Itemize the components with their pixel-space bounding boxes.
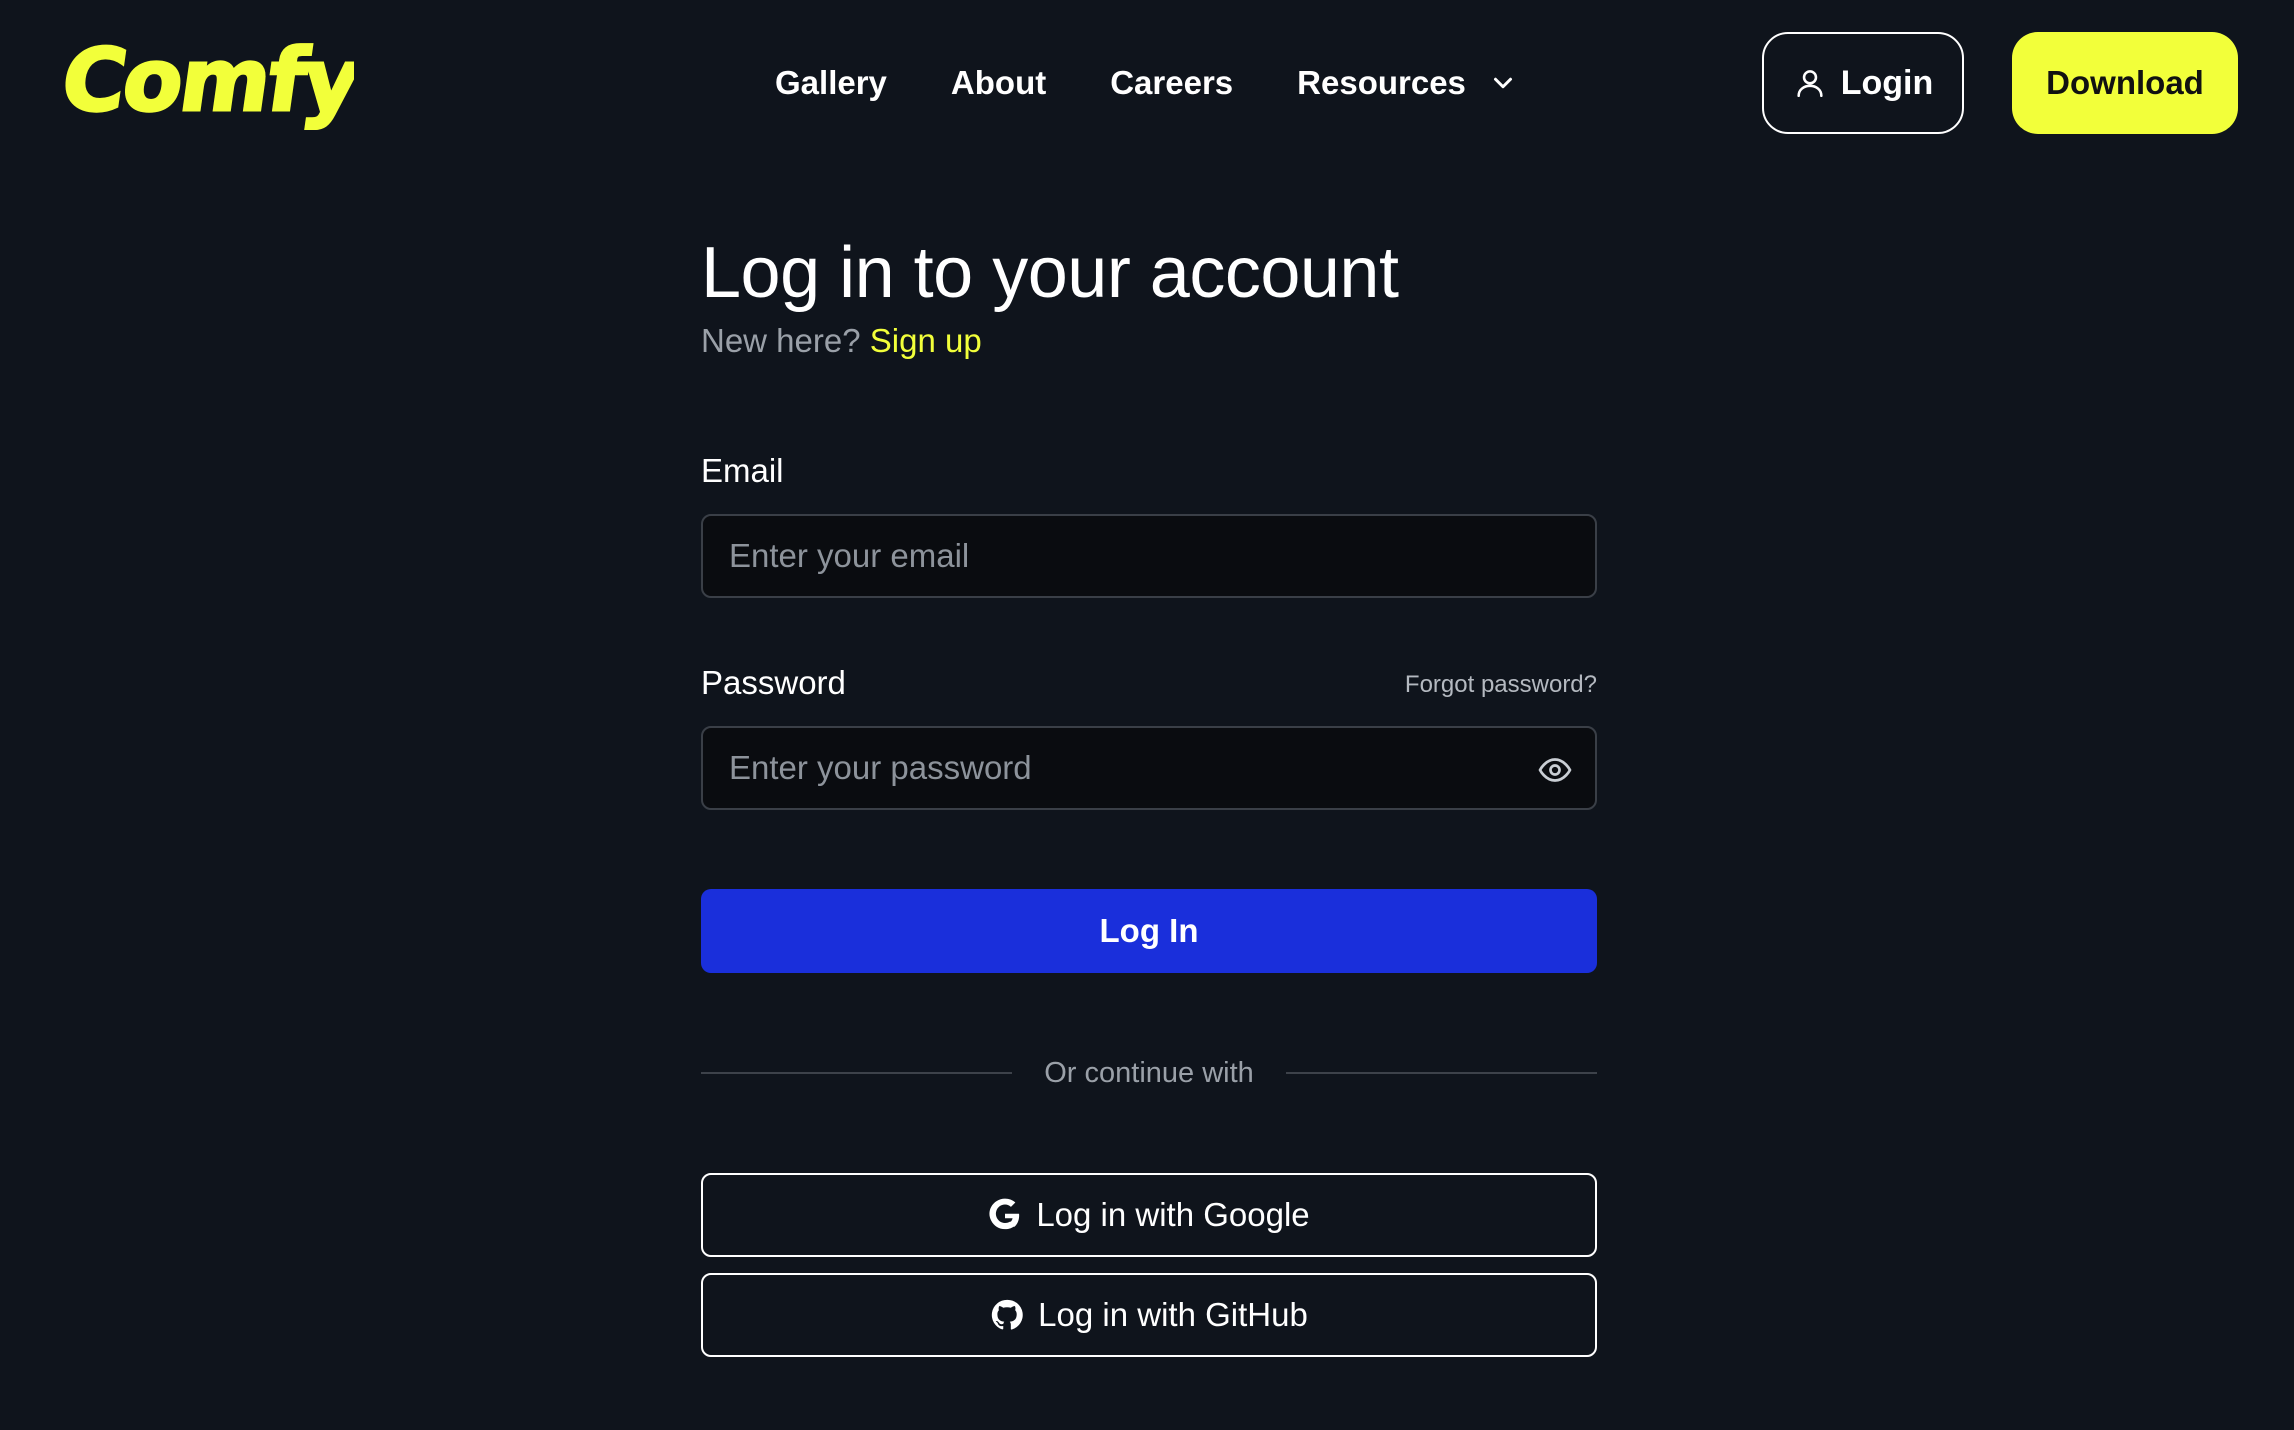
page-title: Log in to your account <box>701 233 1399 313</box>
divider-line-right <box>1285 1072 1598 1074</box>
login-form: Log in to your account New here? Sign up… <box>701 230 1598 1357</box>
email-field-box <box>701 514 1597 598</box>
user-icon <box>1793 66 1827 100</box>
email-field[interactable] <box>703 516 1595 596</box>
svg-text:Comfy: Comfy <box>58 31 354 130</box>
header-login-label: Login <box>1840 63 1934 102</box>
nav-about[interactable]: About <box>951 64 1046 102</box>
comfy-logo[interactable]: Comfy <box>58 30 354 130</box>
password-label: Password <box>701 664 846 701</box>
site-header: Comfy Gallery About Careers Resources Lo… <box>0 0 2294 166</box>
download-button[interactable]: Download <box>2012 32 2238 134</box>
divider-text: Or continue with <box>1044 1056 1254 1089</box>
google-icon <box>988 1198 1022 1232</box>
comfy-logo-mark: Comfy <box>58 30 354 130</box>
divider-line-left <box>701 1072 1013 1074</box>
signup-link[interactable]: Sign up <box>870 322 982 359</box>
nav-careers[interactable]: Careers <box>1110 64 1233 102</box>
github-icon <box>990 1298 1024 1332</box>
nav-resources[interactable]: Resources <box>1297 64 1466 102</box>
password-field-box <box>701 726 1597 810</box>
chevron-down-icon[interactable] <box>1488 68 1518 98</box>
google-login-label: Log in with Google <box>1036 1196 1310 1233</box>
nav-gallery[interactable]: Gallery <box>775 64 887 102</box>
main-nav: Gallery About Careers Resources <box>775 0 1518 166</box>
eye-icon[interactable] <box>1537 752 1573 788</box>
password-field[interactable] <box>703 728 1595 808</box>
google-login-button[interactable]: Log in with Google <box>701 1173 1597 1257</box>
signup-prompt-text: New here? <box>701 322 861 360</box>
email-label: Email <box>701 452 784 489</box>
forgot-password-link[interactable]: Forgot password? <box>1405 671 1597 699</box>
signup-prompt: New here? Sign up <box>701 322 1597 360</box>
github-login-button[interactable]: Log in with GitHub <box>701 1273 1597 1357</box>
github-login-label: Log in with GitHub <box>1038 1296 1308 1333</box>
or-continue-divider: Or continue with <box>701 1053 1598 1093</box>
header-login-button[interactable]: Login <box>1762 32 1964 134</box>
log-in-button[interactable]: Log In <box>701 889 1597 973</box>
